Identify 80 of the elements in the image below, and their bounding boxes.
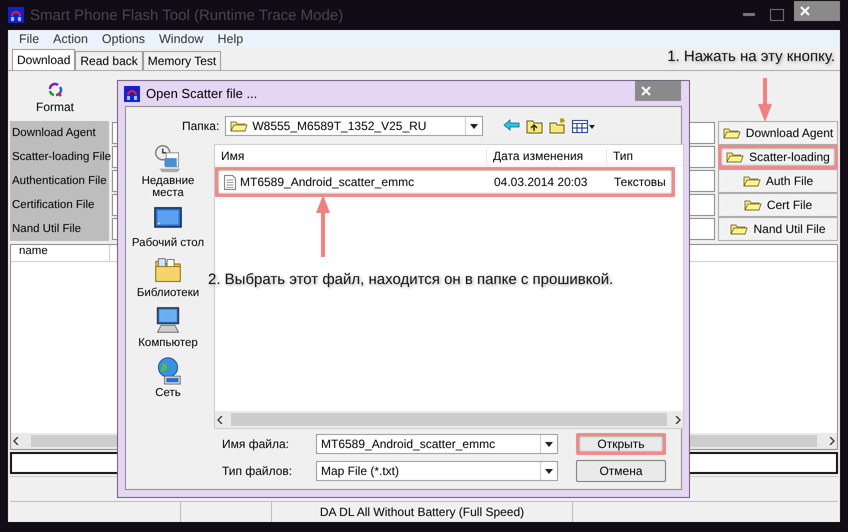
close-button[interactable] — [635, 80, 681, 100]
column-header[interactable]: name — [11, 245, 110, 261]
new-folder-icon — [549, 118, 566, 134]
place-shortcut[interactable]: Недавние места — [130, 144, 206, 199]
scroll-right-icon — [829, 437, 835, 445]
menu-item[interactable]: Window — [152, 32, 210, 46]
scroll-left-icon — [13, 437, 19, 445]
clock-documents-icon — [154, 144, 182, 173]
folder-icon — [744, 199, 762, 211]
folder-icon — [230, 120, 248, 132]
dropdown-arrow-icon — [545, 442, 553, 446]
menu-item[interactable]: Action — [46, 32, 95, 46]
scroll-left-icon — [217, 416, 223, 424]
menu-item[interactable]: Help — [210, 32, 250, 46]
status-text: DA DL All Without Battery (Full Speed) — [272, 502, 573, 522]
file-name: MT6589_Android_scatter_emmc — [240, 175, 414, 189]
app-icon — [124, 86, 140, 102]
folder-up-button[interactable] — [526, 118, 544, 134]
column-header[interactable]: Имя — [215, 149, 487, 165]
file-type-dropdown[interactable]: Map File (*.txt) — [316, 461, 558, 481]
field-label: Download Agent — [10, 121, 109, 145]
tab[interactable]: Memory Test — [142, 51, 222, 70]
close-icon — [641, 86, 651, 96]
library-folder-icon — [154, 256, 182, 285]
dialog-button[interactable]: Открыть — [576, 433, 666, 455]
browse-button[interactable]: Download Agent — [718, 121, 838, 145]
window-title: Smart Phone Flash Tool (Runtime Trace Mode) — [30, 6, 344, 24]
browse-button[interactable]: Scatter-loading — [718, 145, 838, 169]
minimize-icon — [743, 13, 755, 17]
format-icon — [47, 82, 63, 98]
file-row[interactable]: MT6589_Android_scatter_emmc 04.03.2014 20:03 Текстовы — [215, 167, 675, 197]
dialog-title: Open Scatter file ... — [146, 86, 258, 101]
close-button[interactable] — [794, 1, 840, 21]
horizontal-scrollbar[interactable] — [215, 411, 683, 428]
file-name-field[interactable]: MT6589_Android_scatter_emmc — [316, 434, 558, 454]
format-button[interactable]: Format — [10, 75, 100, 121]
browse-button[interactable]: Auth File — [718, 169, 838, 193]
field-label: Папка: — [182, 119, 220, 133]
dropdown-arrow-icon — [545, 468, 553, 474]
menu-item[interactable]: Options — [94, 32, 152, 46]
arrow — [757, 78, 773, 122]
computer-icon — [154, 306, 182, 335]
tab[interactable]: Download — [12, 49, 76, 70]
place-shortcut[interactable]: Сеть — [130, 356, 206, 399]
arrow — [315, 195, 331, 257]
place-shortcut[interactable]: Компьютер — [130, 306, 206, 349]
folder-up-icon — [526, 118, 544, 134]
field-label: Тип файлов: — [222, 464, 294, 478]
field-label: Authentication File — [10, 169, 109, 193]
folder-icon — [742, 175, 761, 187]
dropdown-arrow-icon — [470, 124, 478, 128]
folder-icon — [730, 223, 748, 235]
file-date: 04.03.2014 20:03 — [494, 175, 588, 189]
view-menu-icon — [572, 118, 596, 134]
new-folder-button[interactable] — [549, 118, 566, 134]
text-file-icon — [224, 174, 236, 190]
file-type: Текстовы — [614, 175, 666, 189]
folder-dropdown[interactable]: W8555_M6589T_1352_V25_RU — [225, 116, 484, 136]
column-header[interactable]: Тип — [607, 149, 683, 165]
annotation-text: 1. Нажать на эту кнопку. — [667, 48, 835, 65]
browse-button[interactable]: Cert File — [718, 193, 838, 217]
dialog-button[interactable]: Отмена — [576, 460, 666, 482]
view-menu-button[interactable] — [572, 118, 596, 134]
menu-item[interactable]: File — [12, 32, 46, 46]
field-label: Nand Util File — [10, 217, 109, 241]
browse-button[interactable]: Nand Util File — [718, 217, 838, 241]
place-shortcut[interactable]: Рабочий стол — [130, 206, 206, 249]
close-icon — [800, 6, 810, 16]
field-label: Имя файла: — [222, 437, 290, 451]
annotation-text: 2. Выбрать этот файл, находится он в папке с прошивкой. — [208, 271, 614, 288]
tab[interactable]: Read back — [75, 51, 143, 70]
folder-icon — [726, 151, 744, 163]
folder-icon — [722, 127, 741, 139]
scroll-right-icon — [674, 416, 681, 424]
field-label: Scatter-loading File — [10, 145, 109, 169]
place-shortcut[interactable]: Библиотеки — [130, 256, 206, 299]
field-label: Certification File — [10, 193, 109, 217]
maximize-icon — [770, 9, 784, 21]
column-header[interactable]: Дата изменения — [487, 149, 607, 165]
app-icon — [8, 7, 24, 23]
